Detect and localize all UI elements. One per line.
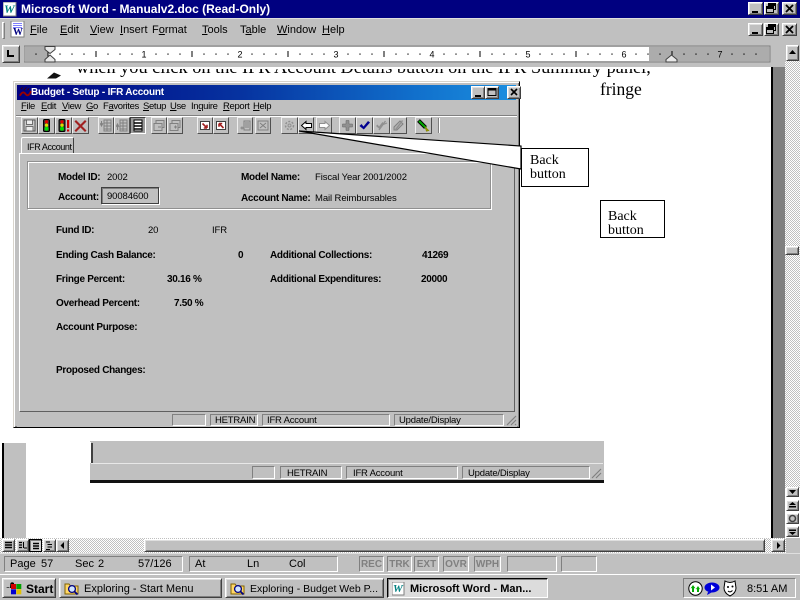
svg-text:3: 3 <box>333 50 338 60</box>
svg-text:1: 1 <box>141 50 146 60</box>
svg-text:6: 6 <box>621 50 626 60</box>
svg-text:W: W <box>4 2 16 16</box>
svg-text:W: W <box>393 583 404 595</box>
svg-text:5: 5 <box>525 50 530 60</box>
svg-text:4: 4 <box>429 50 434 60</box>
svg-text:2: 2 <box>237 50 242 60</box>
svg-text:7: 7 <box>717 50 722 60</box>
